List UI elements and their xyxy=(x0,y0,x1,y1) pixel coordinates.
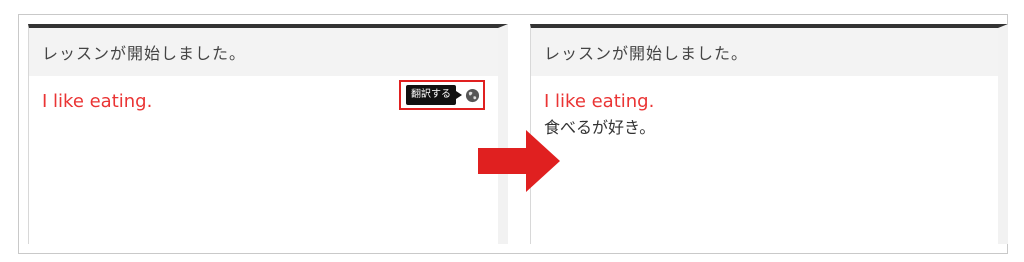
chat-body: I like eating. 翻訳する xyxy=(29,76,498,114)
chat-body: I like eating. 食べるが好き。 xyxy=(531,76,998,140)
translate-button[interactable]: 翻訳する xyxy=(406,85,462,105)
lesson-started-text: レッスンが開始しました。 xyxy=(42,44,247,63)
message-english: I like eating. xyxy=(544,91,655,112)
translate-highlight-box: 翻訳する xyxy=(399,80,485,110)
lesson-started-text: レッスンが開始しました。 xyxy=(544,44,749,63)
panel-header: レッスンが開始しました。 xyxy=(29,28,498,76)
lesson-chat-panel-after: レッスンが開始しました。 I like eating. 食べるが好き。 xyxy=(530,24,1008,244)
panel-header: レッスンが開始しました。 xyxy=(531,28,998,76)
lesson-chat-panel-before: レッスンが開始しました。 I like eating. 翻訳する xyxy=(28,24,508,244)
globe-icon[interactable] xyxy=(465,88,480,103)
right-arrow-icon xyxy=(478,130,560,192)
message-japanese-translation: 食べるが好き。 xyxy=(544,118,656,137)
